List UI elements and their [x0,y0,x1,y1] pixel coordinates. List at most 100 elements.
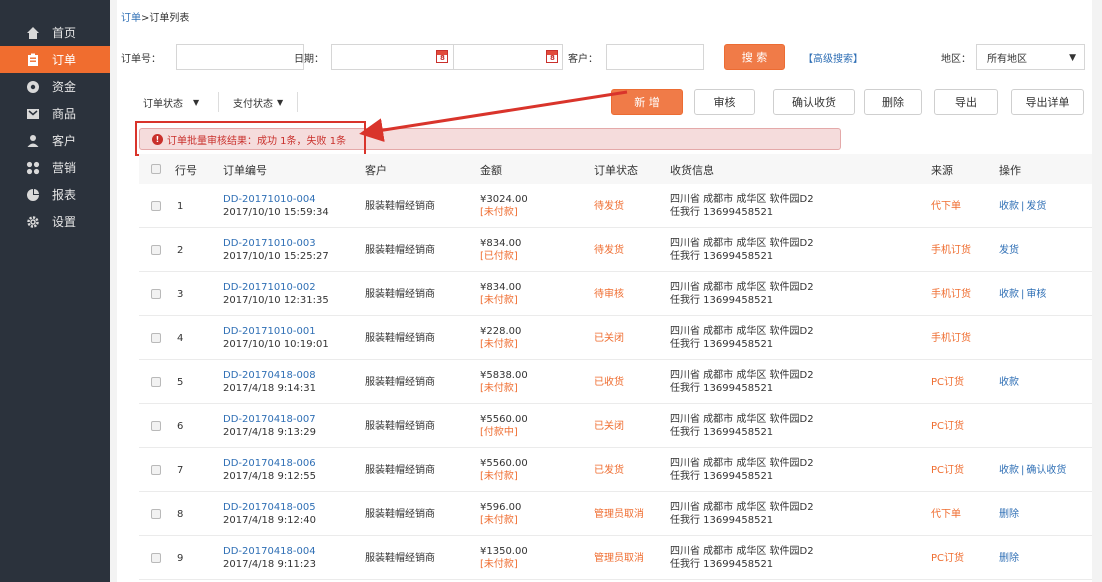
receive-address: 四川省 成都市 成华区 软件园D2 [670,282,814,293]
op-link[interactable]: 发货 [1026,201,1046,212]
order-time: 2017/10/10 10:19:01 [223,339,329,350]
order-id-link[interactable]: DD-20171010-001 [223,325,316,338]
receive-contact: 任我行 13699458521 [670,559,774,570]
op-link[interactable]: 删除 [999,509,1019,520]
order-status: 待审核 [594,289,624,300]
order-no-input[interactable] [176,44,304,70]
delete-button[interactable]: 删除 [864,89,922,115]
header-customer: 客户 [365,164,387,177]
row-checkbox[interactable] [151,201,161,211]
clipboard-icon [26,53,40,67]
order-id-link[interactable]: DD-20170418-004 [223,545,316,558]
op-link[interactable]: 发货 [999,245,1019,256]
customer-name: 服装鞋帽经销商 [365,377,435,388]
order-source: 手机订货 [931,289,971,300]
calendar-icon[interactable]: 8 [436,50,448,63]
order-id-link[interactable]: DD-20171010-004 [223,193,316,206]
sidebar-item-goods[interactable]: 商品 [0,100,110,127]
receive-address: 四川省 成都市 成华区 软件园D2 [670,502,814,513]
region-select[interactable]: 所有地区 ▼ [976,44,1085,70]
amount: ¥834.00 [480,282,522,293]
customer-name: 服装鞋帽经销商 [365,421,435,432]
sidebar-item-orders[interactable]: 订单 [0,46,110,73]
op-link[interactable]: 审核 [1026,289,1046,300]
op-link[interactable]: 收款 [999,377,1019,388]
pay-status-dropdown[interactable]: 支付状态 ▼ [233,88,283,116]
order-status: 管理员取消 [594,553,644,564]
select-all-checkbox[interactable] [151,164,161,174]
order-status-label: 订单状态 [143,98,183,110]
export-button[interactable]: 导出 [934,89,998,115]
header-amount: 金额 [480,164,502,177]
export-detail-button[interactable]: 导出详单 [1011,89,1084,115]
advanced-search-link[interactable]: 【高级搜索】 [803,50,863,65]
customer-name: 服装鞋帽经销商 [365,553,435,564]
row-ops [999,420,1003,433]
order-id-link[interactable]: DD-20170418-005 [223,501,316,514]
amount: ¥1350.00 [480,546,528,557]
order-time: 2017/4/18 9:11:23 [223,559,317,570]
op-separator: | [1021,465,1025,476]
breadcrumb-parent[interactable]: 订单 [121,13,141,24]
row-number: 9 [177,553,184,564]
customer-input[interactable] [606,44,704,70]
op-link[interactable]: 收款 [999,201,1019,212]
table-row: 4 DD-20171010-001 2017/10/10 10:19:01 服装… [139,316,1092,360]
order-id-link[interactable]: DD-20170418-006 [223,457,316,470]
row-checkbox[interactable] [151,377,161,387]
row-checkbox[interactable] [151,509,161,519]
order-status: 已关闭 [594,333,624,344]
table-row: 7 DD-20170418-006 2017/4/18 9:12:55 服装鞋帽… [139,448,1092,492]
op-link[interactable]: 收款 [999,465,1019,476]
order-status-dropdown[interactable]: 订单状态 ▼ [143,88,199,116]
receive-contact: 任我行 13699458521 [670,515,774,526]
row-checkbox[interactable] [151,421,161,431]
table-header: 行号 订单编号 客户 金额 订单状态 收货信息 来源 操作 [139,154,1092,184]
row-checkbox[interactable] [151,553,161,563]
row-checkbox[interactable] [151,245,161,255]
sidebar-item-marketing[interactable]: 营销 [0,154,110,181]
order-time: 2017/4/18 9:12:55 [223,471,317,482]
order-time: 2017/4/18 9:14:31 [223,383,317,394]
op-link[interactable]: 收款 [999,289,1019,300]
pay-status: [未付款] [480,559,518,570]
row-ops: 收款 | 审核 [999,288,1046,301]
row-checkbox[interactable] [151,333,161,343]
confirm-receipt-button[interactable]: 确认收货 [773,89,855,115]
box-icon [26,107,40,121]
op-link[interactable]: 删除 [999,553,1019,564]
order-id-link[interactable]: DD-20171010-003 [223,237,316,250]
calendar-icon[interactable]: 8 [546,50,558,63]
caret-down-icon: ▼ [277,97,284,107]
header-source: 来源 [931,164,953,177]
row-number: 3 [177,289,184,300]
pie-chart-icon [26,188,40,202]
row-checkbox[interactable] [151,289,161,299]
pay-status: [付款中] [480,427,518,438]
search-button[interactable]: 搜 索 [724,44,785,70]
row-checkbox[interactable] [151,465,161,475]
order-id-link[interactable]: DD-20170418-007 [223,413,316,426]
divider [218,92,219,112]
order-source: 代下单 [931,509,961,520]
table-row: 2 DD-20171010-003 2017/10/10 15:25:27 服装… [139,228,1092,272]
sidebar-item-label: 订单 [52,53,77,67]
order-status: 管理员取消 [594,509,644,520]
sidebar-item-customers[interactable]: 客户 [0,127,110,154]
sidebar-item-label: 资金 [52,80,77,94]
audit-button[interactable]: 审核 [694,89,755,115]
sidebar-item-funds[interactable]: 资金 [0,73,110,100]
order-id-link[interactable]: DD-20170418-008 [223,369,316,382]
order-time: 2017/4/18 9:12:40 [223,515,317,526]
receive-address: 四川省 成都市 成华区 软件园D2 [670,238,814,249]
pay-status-label: 支付状态 [233,98,273,110]
sidebar-item-settings[interactable]: 设置 [0,208,110,235]
row-ops: 收款 | 确认收货 [999,464,1066,477]
order-id-link[interactable]: DD-20171010-002 [223,281,316,294]
sidebar-item-home[interactable]: 首页 [0,19,110,46]
receive-address: 四川省 成都市 成华区 软件园D2 [670,326,814,337]
order-status: 待发货 [594,201,624,212]
sidebar-item-reports[interactable]: 报表 [0,181,110,208]
op-link[interactable]: 确认收货 [1026,465,1066,476]
annotation-arrow [359,90,628,143]
